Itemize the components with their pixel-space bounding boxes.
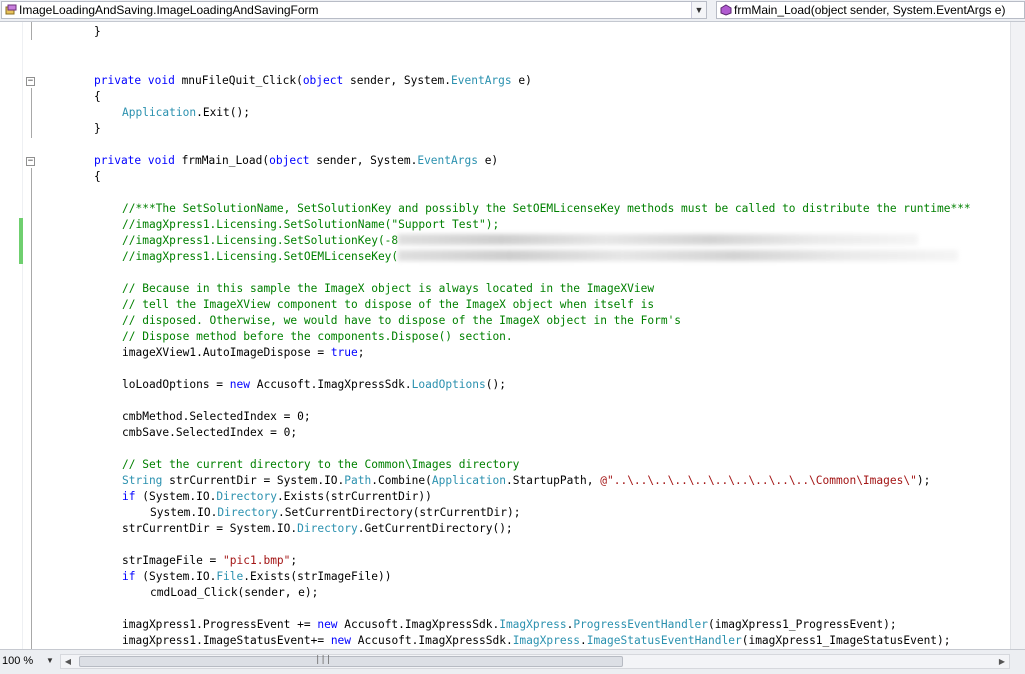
- code-line: imageXView1.AutoImageDispose = true;: [122, 346, 365, 359]
- code-line: cmdLoad_Click(sender, e);: [150, 586, 319, 599]
- collapse-icon[interactable]: −: [26, 77, 35, 86]
- code-line: private void mnuFileQuit_Click(object se…: [94, 74, 532, 87]
- collapse-icon[interactable]: −: [26, 157, 35, 166]
- comment-line: // Dispose method before the components.…: [122, 330, 513, 343]
- redacted-key: [398, 250, 959, 261]
- outline-guide: [31, 168, 32, 649]
- change-indicator-bar: [19, 218, 23, 264]
- code-line: strImageFile = "pic1.bmp";: [122, 554, 298, 567]
- comment-line: //imagXpress1.Licensing.SetSolutionName(…: [122, 218, 500, 231]
- code-line: Application.Exit();: [122, 106, 250, 119]
- vertical-scrollbar[interactable]: [1010, 22, 1025, 649]
- comment-line: // Because in this sample the ImageX obj…: [122, 282, 655, 295]
- comment-line: //***The SetSolutionName, SetSolutionKey…: [122, 202, 971, 215]
- member-dropdown-label: frmMain_Load(object sender, System.Event…: [734, 3, 1006, 17]
- scroll-grip-icon: |||: [315, 655, 332, 665]
- code-line: {: [94, 170, 101, 183]
- code-line: System.IO.Directory.SetCurrentDirectory(…: [150, 506, 521, 519]
- comment-line: //imagXpress1.Licensing.SetSolutionKey(-…: [122, 233, 919, 249]
- code-line: strCurrentDir = System.IO.Directory.GetC…: [122, 522, 513, 535]
- code-line: if (System.IO.File.Exists(strImageFile)): [122, 570, 392, 583]
- class-icon: [5, 4, 17, 16]
- zoom-dropdown[interactable]: 100 % ▼: [2, 653, 58, 669]
- zoom-label: 100 %: [2, 655, 34, 667]
- outline-guide: [31, 88, 32, 138]
- method-icon: [720, 4, 732, 16]
- code-line: {: [94, 90, 101, 103]
- code-editor[interactable]: − − } private void mnuFileQuit_Click(obj…: [0, 22, 1025, 649]
- comment-line: // tell the ImageXView component to disp…: [122, 298, 655, 311]
- redacted-key: [398, 234, 919, 245]
- editor-bottom-bar: 100 % ▼ ◀ ||| ▶: [0, 649, 1025, 674]
- code-line: cmbMethod.SelectedIndex = 0;: [122, 410, 311, 423]
- code-line: String strCurrentDir = System.IO.Path.Co…: [122, 474, 931, 487]
- code-line: if (System.IO.Directory.Exists(strCurren…: [122, 490, 432, 503]
- dropdown-arrow-icon[interactable]: ▼: [46, 653, 54, 669]
- code-line: loLoadOptions = new Accusoft.ImagXpressS…: [122, 378, 506, 391]
- scroll-right-icon[interactable]: ▶: [995, 655, 1009, 668]
- code-line: imagXpress1.ProgressEvent += new Accusof…: [122, 618, 897, 631]
- code-line: }: [94, 122, 101, 135]
- code-line: private void frmMain_Load(object sender,…: [94, 154, 499, 167]
- navigation-bar: ImageLoadingAndSaving.ImageLoadingAndSav…: [0, 0, 1025, 22]
- horizontal-scrollbar[interactable]: ◀ ||| ▶: [60, 654, 1010, 669]
- code-line: }: [94, 25, 101, 38]
- comment-line: //imagXpress1.Licensing.SetOEMLicenseKey…: [122, 249, 959, 265]
- comment-line: // disposed. Otherwise, we would have to…: [122, 314, 682, 327]
- comment-line: // Set the current directory to the Comm…: [122, 458, 520, 471]
- indicator-margin: [0, 22, 23, 649]
- scroll-thumb[interactable]: |||: [79, 655, 623, 667]
- code-line: imagXpress1.ImageStatusEvent+= new Accus…: [122, 634, 951, 647]
- code-line: cmbSave.SelectedIndex = 0;: [122, 426, 298, 439]
- member-dropdown[interactable]: frmMain_Load(object sender, System.Event…: [716, 1, 1025, 19]
- dropdown-arrow-icon[interactable]: ▼: [691, 2, 706, 18]
- scroll-left-icon[interactable]: ◀: [61, 655, 75, 668]
- class-dropdown[interactable]: ImageLoadingAndSaving.ImageLoadingAndSav…: [1, 1, 707, 19]
- outline-guide: [31, 22, 32, 40]
- class-dropdown-label: ImageLoadingAndSaving.ImageLoadingAndSav…: [19, 3, 319, 17]
